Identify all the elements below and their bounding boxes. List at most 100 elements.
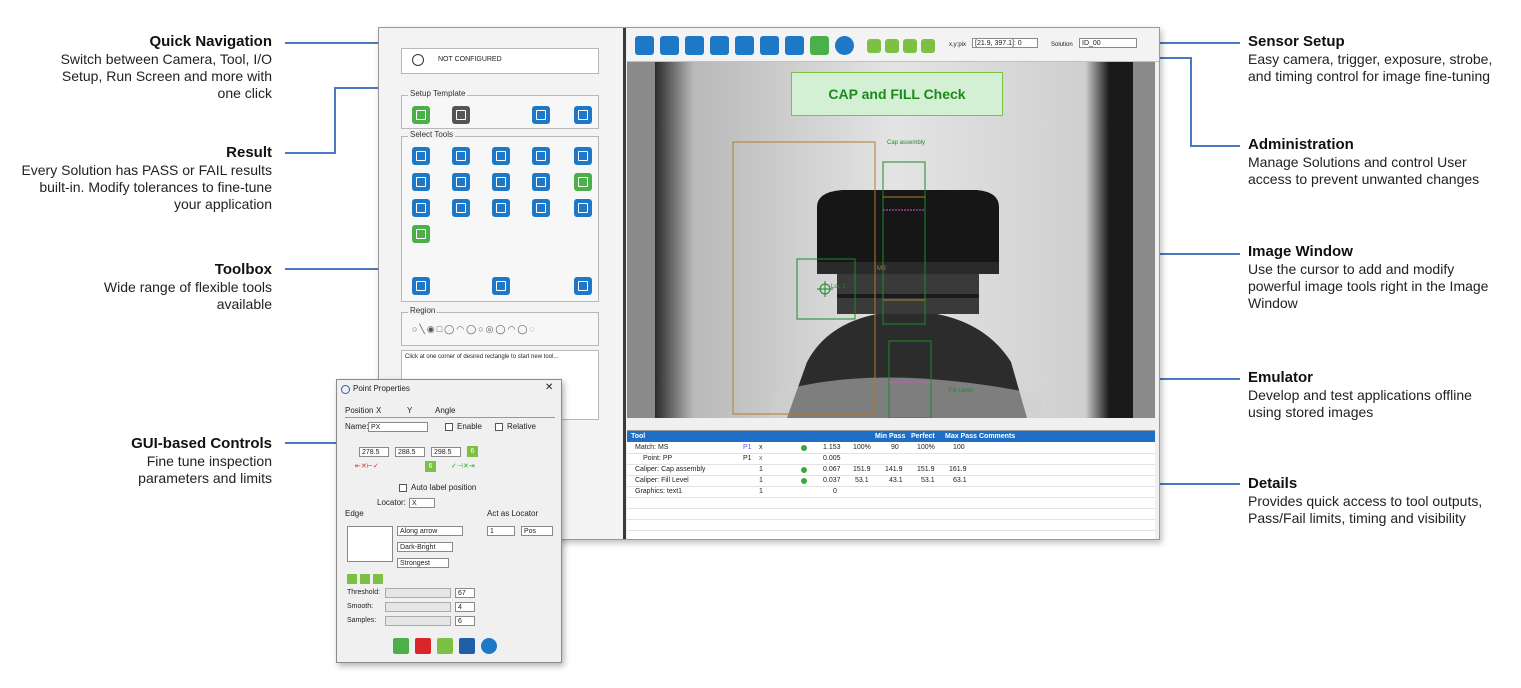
panel-icon[interactable] [459, 638, 475, 654]
main-toolbar: x,y:pix [21.9, 397.1]: 0 Solution ID_00 [627, 28, 1159, 62]
table-row[interactable]: Point: PP P1 x 0.005 [627, 454, 1155, 465]
tab-y[interactable]: Y [407, 406, 412, 416]
value-field-1[interactable]: 278.5 [359, 447, 389, 457]
palette-icon[interactable] [574, 106, 592, 124]
callout-result: Result Every Solution has PASS or FAIL r… [14, 144, 272, 213]
zoom-icon[interactable] [885, 39, 899, 53]
tool-icon[interactable] [492, 199, 510, 217]
loc-label: Loc 1 [831, 284, 846, 290]
edit-icon[interactable] [360, 574, 370, 584]
threshold-field[interactable]: 67 [455, 588, 475, 598]
samples-field[interactable]: 6 [455, 616, 475, 626]
eye-icon[interactable] [685, 36, 704, 55]
tab-position[interactable]: Position [345, 406, 373, 416]
edit-tool-icon[interactable] [412, 277, 430, 295]
download-icon[interactable] [785, 36, 804, 55]
eraser-icon[interactable] [574, 277, 592, 295]
table-row[interactable]: Caliper: Cap assembly 1 0.067 151.9 141.… [627, 465, 1155, 476]
tool-icon[interactable] [532, 173, 550, 191]
zoom-icon[interactable] [867, 39, 881, 53]
smooth-slider[interactable] [385, 602, 451, 612]
tool-icon[interactable] [412, 199, 430, 217]
cell: 100 [953, 444, 965, 451]
tab-angle[interactable]: Angle [435, 406, 455, 416]
camera-nav-icon[interactable] [635, 36, 654, 55]
tool-icon[interactable] [452, 147, 470, 165]
camera-template-icon-2[interactable] [452, 106, 470, 124]
tool-icon[interactable] [492, 173, 510, 191]
auto-label-checkbox[interactable] [399, 484, 407, 492]
connector-line [1190, 145, 1240, 147]
strength-select[interactable]: Strongest [397, 558, 449, 568]
network-icon[interactable] [735, 36, 754, 55]
smooth-field[interactable]: 4 [455, 602, 475, 612]
table-row[interactable]: Caliper: Fill Level 1 0.037 53.1 43.1 53… [627, 476, 1155, 487]
table-row[interactable]: Graphics: text1 1 0 [627, 487, 1155, 498]
io-icon[interactable] [760, 36, 779, 55]
callout-body: Provides quick access to tool outputs, P… [1248, 493, 1483, 526]
value-field-2[interactable]: 288.5 [395, 447, 425, 457]
table-row[interactable]: Match: MS P1 x 1.153 100% 90 100% 100 [627, 443, 1155, 454]
polarity-select[interactable]: Dark-Bright [397, 542, 453, 552]
value-field-3[interactable]: 298.5 [431, 447, 461, 457]
tab-x[interactable]: X [376, 406, 381, 416]
name-field[interactable]: PX [368, 422, 428, 432]
region-group: Region ○╲◉□◯◠◯○◎◯◠◯◌ [401, 306, 599, 346]
tool-icon[interactable] [492, 147, 510, 165]
connector-line [285, 152, 335, 154]
play-icon[interactable] [810, 36, 829, 55]
apply-button[interactable] [437, 638, 453, 654]
cell: 0 [833, 488, 837, 495]
callout-title: Administration [1248, 136, 1354, 153]
cell: 100% [853, 444, 871, 451]
xy-label: x,y:pix [949, 42, 967, 48]
relative-checkbox[interactable] [495, 423, 503, 431]
cell: 43.1 [889, 477, 903, 484]
enable-checkbox[interactable] [445, 423, 453, 431]
cell: 141.9 [885, 466, 903, 473]
camera-template-icon[interactable] [412, 106, 430, 124]
tool-icon[interactable] [574, 173, 592, 191]
power-icon[interactable] [412, 54, 424, 66]
tool-icon[interactable] [412, 147, 430, 165]
zoom-out-icon[interactable] [921, 39, 935, 53]
locator-select[interactable]: X [409, 498, 435, 508]
table-row [627, 520, 1155, 531]
act-locator-select[interactable]: 1 [487, 526, 515, 536]
tool-icon[interactable] [412, 173, 430, 191]
cancel-button[interactable] [415, 638, 431, 654]
axis-tool-icon[interactable] [492, 277, 510, 295]
region-shape-icons[interactable]: ○╲◉□◯◠◯○◎◯◠◯◌ [412, 324, 537, 335]
direction-select[interactable]: Along arrow [397, 526, 463, 536]
auto-label-text: Auto label position [411, 483, 477, 492]
cell: x [759, 444, 763, 451]
pos-select[interactable]: Pos [521, 526, 553, 536]
tool-icon[interactable] [532, 199, 550, 217]
zoom-in-icon[interactable] [903, 39, 917, 53]
tool-icon[interactable] [452, 199, 470, 217]
help-icon[interactable] [481, 638, 497, 654]
threshold-slider[interactable] [385, 588, 451, 598]
image-window[interactable]: CAP and FILL Check Cap assembly MS Loc 1… [627, 62, 1155, 418]
callout-body: Every Solution has PASS or FAIL results … [21, 162, 272, 212]
samples-slider[interactable] [385, 616, 451, 626]
solution-field[interactable]: ID_00 [1079, 38, 1137, 48]
connector-line [334, 87, 336, 154]
gear-icon[interactable] [710, 36, 729, 55]
tool-name: Match: MS [635, 444, 669, 451]
help-icon[interactable] [835, 36, 854, 55]
remove-icon[interactable] [373, 574, 383, 584]
add-icon[interactable] [347, 574, 357, 584]
list-nav-icon[interactable] [660, 36, 679, 55]
new-template-icon[interactable] [532, 106, 550, 124]
ms-label: MS [877, 266, 886, 272]
tool-icon[interactable] [452, 173, 470, 191]
close-icon[interactable]: ✕ [545, 383, 553, 393]
callout-body: Manage Solutions and control User access… [1248, 154, 1480, 187]
ok-button[interactable] [393, 638, 409, 654]
tool-icon[interactable] [412, 225, 430, 243]
tool-icon[interactable] [532, 147, 550, 165]
tool-icon[interactable] [574, 199, 592, 217]
relative-label: Relative [507, 422, 536, 431]
tool-icon[interactable] [574, 147, 592, 165]
